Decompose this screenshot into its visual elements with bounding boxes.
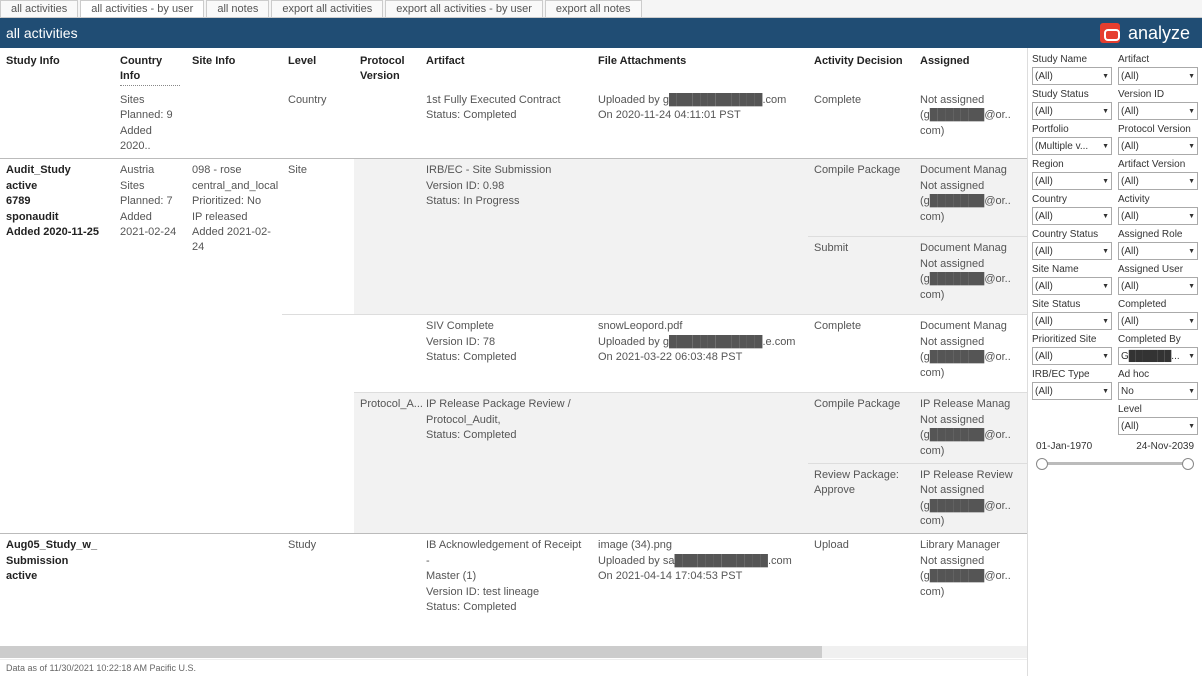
filter-label: Study Name	[1032, 54, 1112, 65]
tab-export-all-activities-by-user[interactable]: export all activities - by user	[385, 0, 543, 17]
table-row[interactable]: Aug05_Study_w_Submissionactive Study IB …	[0, 534, 1027, 619]
tab-all-activities[interactable]: all activities	[0, 0, 78, 17]
filter-label: Completed	[1118, 299, 1198, 310]
filter-label: Ad hoc	[1118, 369, 1198, 380]
col-site-info[interactable]: Site Info	[186, 48, 282, 88]
date-end: 24-Nov-2039	[1136, 441, 1194, 452]
filter-label: Portfolio	[1032, 124, 1112, 135]
filter-assigned-role[interactable]: (All)	[1118, 242, 1198, 260]
filter-label: Prioritized Site	[1032, 334, 1112, 345]
filter-country[interactable]: (All)	[1032, 207, 1112, 225]
brand: analyze	[1100, 23, 1202, 44]
col-country-info[interactable]: Country Info	[114, 48, 186, 88]
date-start: 01-Jan-1970	[1036, 441, 1092, 452]
oracle-logo-icon	[1100, 23, 1120, 43]
filter-label: Country	[1032, 194, 1112, 205]
data-timestamp: Data as of 11/30/2021 10:22:18 AM Pacifi…	[0, 659, 1027, 676]
slider-thumb-end[interactable]	[1182, 458, 1194, 470]
page-title: all activities	[6, 25, 78, 41]
filter-region[interactable]: (All)	[1032, 172, 1112, 190]
brand-text: analyze	[1128, 23, 1190, 44]
filter-label: Site Status	[1032, 299, 1112, 310]
filter-assigned-user[interactable]: (All)	[1118, 277, 1198, 295]
tab-all-notes[interactable]: all notes	[206, 0, 269, 17]
col-activity-decision[interactable]: Activity Decision	[808, 48, 914, 88]
filter-site-name[interactable]: (All)	[1032, 277, 1112, 295]
filter-artifact-version[interactable]: (All)	[1118, 172, 1198, 190]
horizontal-scrollbar[interactable]	[0, 646, 1027, 658]
filter-prioritized-site[interactable]: (All)	[1032, 347, 1112, 365]
filter-label: Activity	[1118, 194, 1198, 205]
filter-label: Protocol Version	[1118, 124, 1198, 135]
filter-label: Assigned Role	[1118, 229, 1198, 240]
filter-country-status[interactable]: (All)	[1032, 242, 1112, 260]
table-row[interactable]: Audit_Studyactive6789sponauditAdded 2020…	[0, 159, 1027, 237]
col-protocol-version[interactable]: Protocol Version	[354, 48, 420, 88]
date-range-slider[interactable]	[1036, 456, 1194, 472]
filter-level[interactable]: (All)	[1118, 417, 1198, 435]
col-artifact[interactable]: Artifact	[420, 48, 592, 88]
filter-protocol-version[interactable]: (All)	[1118, 137, 1198, 155]
filter-site-status[interactable]: (All)	[1032, 312, 1112, 330]
filter-completed[interactable]: (All)	[1118, 312, 1198, 330]
filter-label: Country Status	[1032, 229, 1112, 240]
filter-label: Region	[1032, 159, 1112, 170]
filter-completed-by[interactable]: G██████...	[1118, 347, 1198, 365]
slider-thumb-start[interactable]	[1036, 458, 1048, 470]
filter-label: Site Name	[1032, 264, 1112, 275]
date-range-labels: 01-Jan-1970 24-Nov-2039	[1032, 439, 1198, 454]
filter-study-name[interactable]: (All)	[1032, 67, 1112, 85]
filter-label: Artifact	[1118, 54, 1198, 65]
filter-label: Version ID	[1118, 89, 1198, 100]
filter-label: Level	[1118, 404, 1198, 415]
tab-all-activities-by-user[interactable]: all activities - by user	[80, 0, 204, 17]
col-study-info[interactable]: Study Info	[0, 48, 114, 88]
filter-label: Artifact Version	[1118, 159, 1198, 170]
filter-version-id[interactable]: (All)	[1118, 102, 1198, 120]
data-grid: Study Info Country Info Site Info Level …	[0, 48, 1027, 676]
filter-label: IRB/EC Type	[1032, 369, 1112, 380]
filter-portfolio[interactable]: (Multiple v...	[1032, 137, 1112, 155]
filter-panel: Study Name (All) Artifact (All) Study Stat…	[1027, 48, 1202, 676]
filter-ad-hoc[interactable]: No	[1118, 382, 1198, 400]
filter-label: Completed By	[1118, 334, 1198, 345]
page-header: all activities analyze	[0, 18, 1202, 48]
col-assigned[interactable]: Assigned	[914, 48, 1027, 88]
filter-label: Assigned User	[1118, 264, 1198, 275]
filter-activity[interactable]: (All)	[1118, 207, 1198, 225]
filter-label: Study Status	[1032, 89, 1112, 100]
col-file-attachments[interactable]: File Attachments	[592, 48, 808, 88]
tab-bar: all activities all activities - by user …	[0, 0, 1202, 18]
table-row[interactable]: SitesPlanned: 9Added 2020.. Country 1st …	[0, 88, 1027, 159]
tab-export-all-activities[interactable]: export all activities	[271, 0, 383, 17]
col-level[interactable]: Level	[282, 48, 354, 88]
tab-export-all-notes[interactable]: export all notes	[545, 0, 642, 17]
filter-irb-ec-type[interactable]: (All)	[1032, 382, 1112, 400]
filter-artifact[interactable]: (All)	[1118, 67, 1198, 85]
filter-study-status[interactable]: (All)	[1032, 102, 1112, 120]
